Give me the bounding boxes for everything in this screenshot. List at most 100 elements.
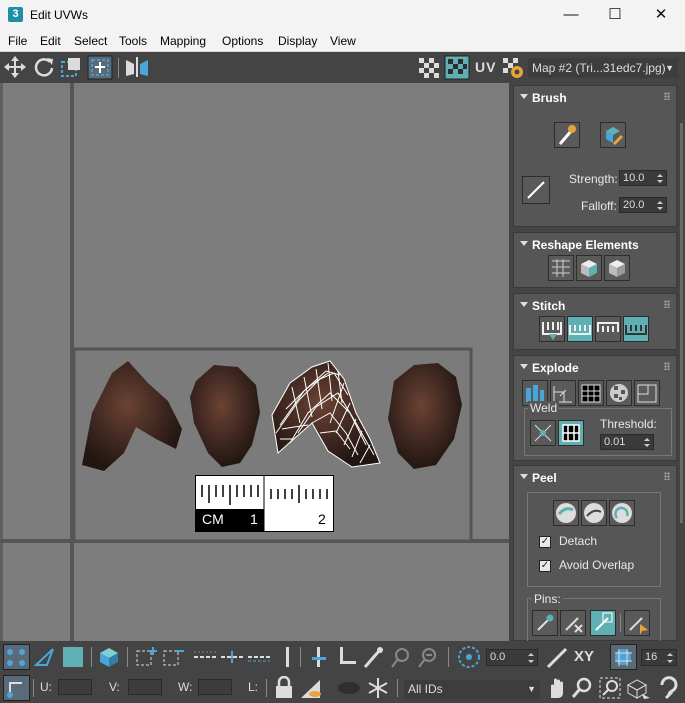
- settings-icon[interactable]: [501, 56, 525, 79]
- reset-peel-icon[interactable]: [609, 500, 635, 526]
- stitch-to-target-icon[interactable]: [567, 316, 593, 342]
- menu-tools[interactable]: Tools: [119, 34, 147, 48]
- quick-peel-icon[interactable]: [553, 500, 579, 526]
- freeze-mask-icon[interactable]: [336, 679, 362, 697]
- help-icon[interactable]: [656, 676, 682, 700]
- collapse-arrow-icon[interactable]: [520, 364, 528, 369]
- reshape-title[interactable]: Reshape Elements: [532, 238, 639, 252]
- loop-selection-icon[interactable]: [192, 645, 218, 669]
- align-horizontal-icon[interactable]: [336, 645, 358, 669]
- uv-viewport[interactable]: CM 1 2: [0, 83, 509, 641]
- stitch-to-average-icon[interactable]: [595, 316, 621, 342]
- show-map-icon[interactable]: [444, 55, 470, 80]
- menu-edit[interactable]: Edit: [40, 34, 61, 48]
- menu-options[interactable]: Options: [222, 34, 263, 48]
- edge-mode-icon[interactable]: [33, 645, 57, 669]
- detach-checkbox[interactable]: ✓: [539, 536, 551, 548]
- close-button[interactable]: ✕: [638, 0, 684, 30]
- zoom-region-icon[interactable]: [598, 676, 622, 700]
- grip-icon[interactable]: [664, 472, 670, 480]
- freeform-icon[interactable]: [87, 55, 113, 80]
- straighten-icon[interactable]: [548, 255, 574, 281]
- relax-brush-icon[interactable]: [600, 122, 626, 148]
- polygon-mode-icon[interactable]: [61, 645, 85, 669]
- menu-file[interactable]: File: [8, 34, 27, 48]
- split-grid-icon[interactable]: [578, 380, 604, 406]
- edge-loop-icon[interactable]: [246, 645, 272, 669]
- collapse-arrow-icon[interactable]: [520, 94, 528, 99]
- element-mode-icon[interactable]: [97, 645, 121, 669]
- map-dropdown[interactable]: Map #2 (Tri...31edc7.jpg) ▼: [528, 58, 678, 78]
- stitch-to-source-icon[interactable]: [623, 316, 649, 342]
- lock-icon[interactable]: [273, 676, 295, 700]
- uv-label[interactable]: UV: [475, 59, 496, 75]
- grip-icon[interactable]: [664, 362, 670, 370]
- brush-line-icon[interactable]: [522, 176, 550, 204]
- v-field[interactable]: [128, 679, 162, 695]
- menu-view[interactable]: View: [330, 34, 356, 48]
- grid-size-spinner[interactable]: 16: [641, 649, 677, 666]
- falloff-spinner[interactable]: 20.0: [619, 197, 667, 213]
- rotate-angle-spinner[interactable]: 0.0: [486, 649, 538, 666]
- panel-scrollbar[interactable]: [680, 123, 683, 523]
- menu-display[interactable]: Display: [278, 34, 317, 48]
- maximize-button[interactable]: ☐: [592, 0, 638, 30]
- rotate-icon[interactable]: [33, 56, 55, 78]
- uv-wireframe: [271, 360, 381, 468]
- auto-pin-icon[interactable]: [624, 610, 650, 636]
- zoom-extents-icon[interactable]: [624, 676, 652, 700]
- weld-target-icon[interactable]: [558, 420, 584, 446]
- paint-brush-icon[interactable]: [554, 122, 580, 148]
- collapse-arrow-icon[interactable]: [520, 241, 528, 246]
- paint-mode-decrease-icon[interactable]: [415, 645, 439, 669]
- shrink-selection-icon[interactable]: [162, 645, 186, 669]
- threshold-spinner[interactable]: 0.01: [600, 434, 654, 450]
- mirror-icon[interactable]: [124, 56, 150, 78]
- pan-hand-icon[interactable]: [544, 676, 568, 700]
- menu-mapping[interactable]: Mapping: [160, 34, 206, 48]
- slash-tool-icon[interactable]: [544, 645, 570, 669]
- grip-icon[interactable]: [664, 92, 670, 100]
- move-icon[interactable]: [4, 56, 26, 78]
- avoid-overlap-checkbox[interactable]: ✓: [539, 560, 551, 572]
- grow-selection-icon[interactable]: [135, 645, 159, 669]
- u-field[interactable]: [58, 679, 92, 695]
- flatten-icon[interactable]: [634, 380, 660, 406]
- stitch-custom-icon[interactable]: [539, 316, 565, 342]
- hide-icon[interactable]: [298, 676, 324, 700]
- xy-label[interactable]: XY: [574, 648, 594, 665]
- vertical-edge-icon[interactable]: [280, 645, 296, 669]
- strength-spinner[interactable]: 10.0: [619, 170, 667, 186]
- vertex-mode-icon[interactable]: [3, 644, 30, 670]
- peel-title[interactable]: Peel: [532, 471, 557, 485]
- checker-icon[interactable]: [417, 56, 441, 78]
- stitch-title[interactable]: Stitch: [532, 299, 565, 313]
- pin-selected-icon[interactable]: [590, 610, 616, 636]
- paint-mode-increase-icon[interactable]: [388, 645, 412, 669]
- cube-icon[interactable]: [604, 255, 630, 281]
- soft-selection-icon[interactable]: [456, 644, 482, 670]
- menu-select[interactable]: Select: [74, 34, 107, 48]
- relax-icon[interactable]: [576, 255, 602, 281]
- grip-icon[interactable]: [664, 300, 670, 308]
- explode-title[interactable]: Explode: [532, 361, 579, 375]
- absolute-mode-icon[interactable]: [3, 675, 30, 701]
- paint-select-icon[interactable]: [361, 645, 385, 669]
- brush-title[interactable]: Brush: [532, 91, 567, 105]
- checker-sphere-icon[interactable]: [606, 380, 632, 406]
- scale-icon[interactable]: [60, 56, 84, 78]
- w-field[interactable]: [198, 679, 232, 695]
- zoom-icon[interactable]: [570, 676, 594, 700]
- collapse-arrow-icon[interactable]: [520, 474, 528, 479]
- freeze-icon[interactable]: [366, 676, 390, 700]
- weld-selected-icon[interactable]: [530, 420, 556, 446]
- grid-snap-icon[interactable]: [610, 644, 637, 670]
- edit-pins-icon[interactable]: [532, 610, 558, 636]
- ids-dropdown[interactable]: All IDs ▼: [404, 680, 540, 699]
- align-vertical-icon[interactable]: [308, 645, 330, 669]
- delete-pins-icon[interactable]: [560, 610, 586, 636]
- peel-mode-icon[interactable]: [581, 500, 607, 526]
- ring-selection-icon[interactable]: [219, 645, 245, 669]
- collapse-arrow-icon[interactable]: [520, 302, 528, 307]
- minimize-button[interactable]: —: [548, 0, 594, 30]
